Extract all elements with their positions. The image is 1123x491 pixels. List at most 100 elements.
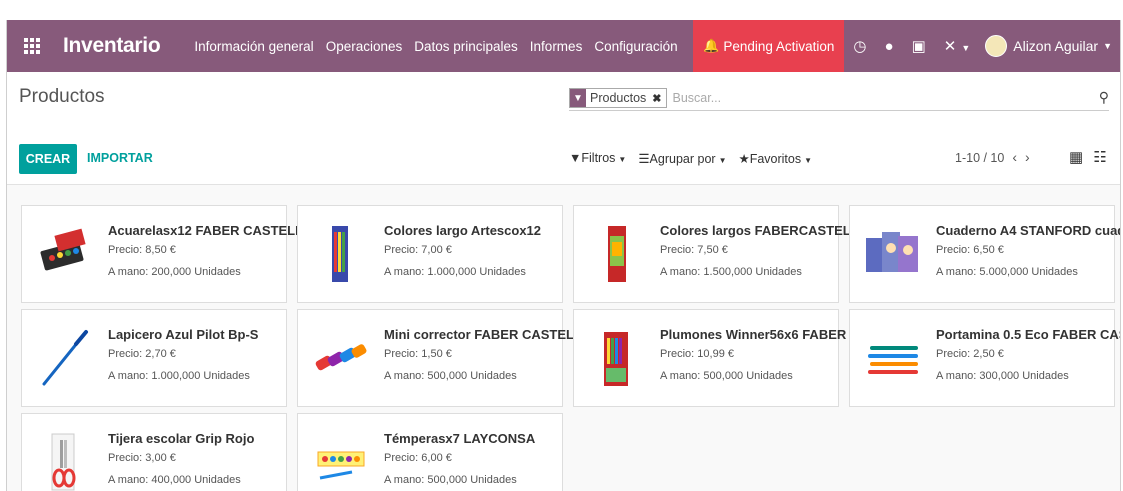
markers-box-icon	[604, 332, 628, 386]
product-stock: A mano: 1.500,000 Unidades	[660, 266, 802, 278]
product-name: Témperasx7 LAYCONSA	[384, 431, 536, 446]
page-title: Productos	[19, 86, 105, 107]
product-stock: A mano: 300,000 Unidades	[936, 370, 1069, 382]
favorites-dropdown[interactable]: ★Favoritos ▼	[738, 151, 812, 166]
menu-item-datos-principales[interactable]: Datos principales	[408, 39, 524, 54]
product-card[interactable]: Cuaderno A4 STANFORD cuadriculado Precio…	[849, 205, 1120, 303]
search-icon[interactable]: ⚲	[1099, 89, 1109, 106]
product-price: Precio: 7,50 €	[660, 244, 728, 256]
product-name: Colores largos FABERCASTELLx12	[660, 223, 881, 238]
scissors-icon	[51, 433, 76, 491]
product-stock: A mano: 5.000,000 Unidades	[936, 266, 1078, 278]
notebooks-icon	[866, 232, 918, 272]
star-icon: ★	[738, 152, 750, 166]
filters-label: Filtros	[581, 151, 616, 165]
gift-icon[interactable]: ▣	[903, 37, 935, 55]
chevron-left-icon[interactable]: ‹	[1012, 149, 1017, 165]
product-price: Precio: 2,50 €	[936, 348, 1004, 360]
filters-dropdown[interactable]: ▼Filtros ▼	[569, 151, 626, 166]
product-stock: A mano: 500,000 Unidades	[384, 474, 517, 486]
product-stock: A mano: 400,000 Unidades	[108, 474, 241, 486]
colored-pencils-icon	[332, 226, 348, 282]
product-card[interactable]: Mini corrector FABER CASTELL Precio: 1,5…	[297, 309, 582, 407]
tempera-paints-icon	[317, 451, 365, 480]
top-navbar: Inventario Información general Operacion…	[7, 20, 1120, 72]
facet-remove-icon[interactable]: ✖	[650, 89, 665, 107]
product-name: Tijera escolar Grip Rojo	[108, 431, 255, 446]
search-options: ▼Filtros ▼ ☰Agrupar por ▼ ★Favoritos ▼	[569, 151, 812, 166]
product-name: Mini corrector FABER CASTELL	[384, 327, 582, 342]
main-menu: Información general Operaciones Datos pr…	[188, 39, 683, 54]
search-facet: ▼ Productos ✖	[569, 88, 667, 108]
favorites-label: Favoritos	[749, 152, 802, 166]
colored-pencils-box-icon	[608, 226, 626, 282]
product-price: Precio: 2,70 €	[108, 348, 176, 360]
product-price: Precio: 6,00 €	[384, 452, 452, 464]
product-name: Colores largo Artescox12	[384, 223, 542, 238]
product-price: Precio: 6,50 €	[936, 244, 1004, 256]
product-price: Precio: 3,00 €	[108, 452, 176, 464]
bell-icon: 🔔	[703, 38, 720, 53]
create-button[interactable]: CREAR	[19, 144, 77, 174]
product-price: Precio: 10,99 €	[660, 348, 734, 360]
search-input[interactable]	[672, 91, 1109, 105]
watercolor-box-icon	[40, 228, 86, 271]
product-stock: A mano: 200,000 Unidades	[108, 266, 241, 278]
product-card[interactable]: Plumones Winner56x6 FABER CASTELL Precio…	[573, 309, 910, 407]
list-view-icon[interactable]: ☷	[1093, 148, 1106, 166]
product-card[interactable]: Tijera escolar Grip Rojo Precio: 3,00 € …	[21, 413, 287, 491]
menu-item-operaciones[interactable]: Operaciones	[320, 39, 409, 54]
mechanical-pencils-icon	[868, 346, 918, 374]
facet-label: Productos	[590, 91, 647, 105]
filter-icon: ▼	[570, 89, 586, 107]
product-price: Precio: 8,50 €	[108, 244, 176, 256]
bars-icon: ☰	[638, 152, 650, 166]
import-button[interactable]: IMPORTAR	[87, 151, 153, 165]
menu-item-informes[interactable]: Informes	[524, 39, 589, 54]
chevron-right-icon[interactable]: ›	[1025, 149, 1030, 165]
correctors-icon	[315, 344, 367, 371]
apps-menu-button[interactable]	[7, 20, 57, 72]
chat-icon[interactable]: ●	[876, 38, 903, 55]
clock-icon[interactable]: ◷	[844, 37, 875, 55]
product-name: Cuaderno A4 STANFORD cuadriculado	[936, 223, 1120, 238]
product-card[interactable]: Lapicero Azul Pilot Bp-S Precio: 2,70 € …	[21, 309, 287, 407]
product-stock: A mano: 500,000 Unidades	[660, 370, 793, 382]
product-price: Precio: 7,00 €	[384, 244, 452, 256]
menu-item-configuracion[interactable]: Configuración	[588, 39, 683, 54]
group-by-dropdown[interactable]: ☰Agrupar por ▼	[638, 151, 726, 166]
product-card[interactable]: Acuarelasx12 FABER CASTELL Precio: 8,50 …	[21, 205, 303, 303]
group-by-label: Agrupar por	[649, 152, 716, 166]
app-name[interactable]: Inventario	[63, 34, 161, 58]
user-name: Alizon Aguilar	[1013, 38, 1099, 54]
product-name: Acuarelasx12 FABER CASTELL	[108, 223, 304, 238]
pager-value[interactable]: 1-10 / 10	[955, 151, 1004, 165]
product-name: Lapicero Azul Pilot Bp-S	[108, 327, 259, 342]
blue-pen-icon	[42, 330, 88, 386]
navbar-systray: 🔔 Pending Activation ◷ ● ▣ ✕ ▼ Alizon Agu…	[693, 20, 1120, 72]
menu-item-informacion-general[interactable]: Información general	[188, 39, 319, 54]
caret-down-icon: ▼	[804, 156, 813, 165]
chevron-down-icon: ▼	[1103, 41, 1112, 51]
debug-tools-icon[interactable]: ✕ ▼	[935, 37, 980, 55]
user-menu[interactable]: Alizon Aguilar ▼	[979, 35, 1120, 57]
pager: 1-10 / 10 ‹ ›	[955, 149, 1030, 165]
grid-icon	[24, 38, 40, 54]
app-window: Inventario Información general Operacion…	[6, 20, 1121, 491]
kanban-view: Acuarelasx12 FABER CASTELL Precio: 8,50 …	[7, 185, 1120, 491]
caret-down-icon: ▼	[618, 155, 627, 164]
filter-icon: ▼	[569, 151, 582, 165]
product-name: Portamina 0.5 Eco FABER CASTELL	[936, 327, 1120, 342]
caret-down-icon: ▼	[718, 156, 727, 165]
product-card[interactable]: Portamina 0.5 Eco FABER CASTELL Precio: …	[849, 309, 1120, 407]
pending-activation-button[interactable]: 🔔 Pending Activation	[693, 20, 845, 72]
product-stock: A mano: 500,000 Unidades	[384, 370, 517, 382]
product-card[interactable]: Colores largos FABERCASTELLx12 Precio: 7…	[573, 205, 880, 303]
product-price: Precio: 1,50 €	[384, 348, 452, 360]
product-card[interactable]: Colores largo Artescox12 Precio: 7,00 € …	[297, 205, 563, 303]
pending-activation-label: Pending Activation	[723, 38, 835, 54]
kanban-view-icon[interactable]: ▦	[1069, 148, 1083, 166]
product-card[interactable]: Témperasx7 LAYCONSA Precio: 6,00 € A man…	[297, 413, 563, 491]
search-bar: ▼ Productos ✖ ⚲	[569, 86, 1109, 111]
product-stock: A mano: 1.000,000 Unidades	[384, 266, 526, 278]
